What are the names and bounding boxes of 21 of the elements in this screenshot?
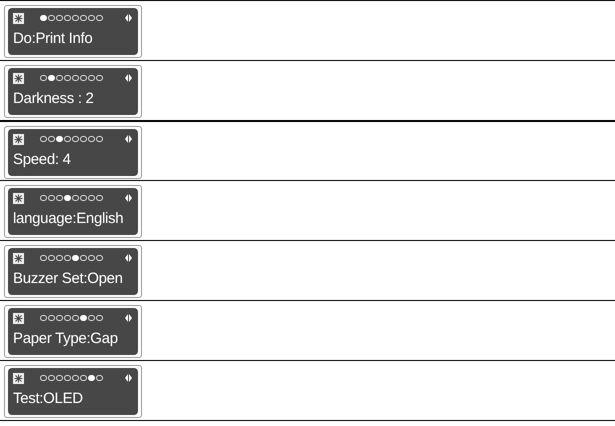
- setting-label: Do:Print Info: [13, 30, 94, 48]
- settings-icon: [13, 312, 24, 324]
- left-right-arrows-icon: [125, 14, 132, 22]
- settings-icon: [13, 12, 24, 24]
- left-right-arrows-icon: [125, 314, 132, 322]
- setting-label: Darkness : 2: [13, 90, 95, 108]
- setting-label: Speed: 4: [13, 151, 72, 169]
- left-right-arrows-icon: [125, 254, 132, 262]
- left-right-arrows-icon: [125, 74, 132, 82]
- setting-label: Test:OLED: [13, 390, 84, 408]
- settings-icon: [13, 372, 24, 384]
- settings-icon: [13, 134, 24, 144]
- left-right-arrows-icon: [125, 135, 132, 143]
- left-right-arrows-icon: [125, 194, 132, 202]
- setting-label: Paper Type:Gap: [13, 330, 119, 348]
- settings-icon: [13, 192, 24, 204]
- setting-label: Buzzer Set:Open: [13, 270, 124, 288]
- setting-label: language:English: [13, 210, 124, 228]
- settings-icon: [13, 72, 24, 84]
- left-right-arrows-icon: [125, 374, 132, 382]
- settings-icon: [13, 252, 24, 264]
